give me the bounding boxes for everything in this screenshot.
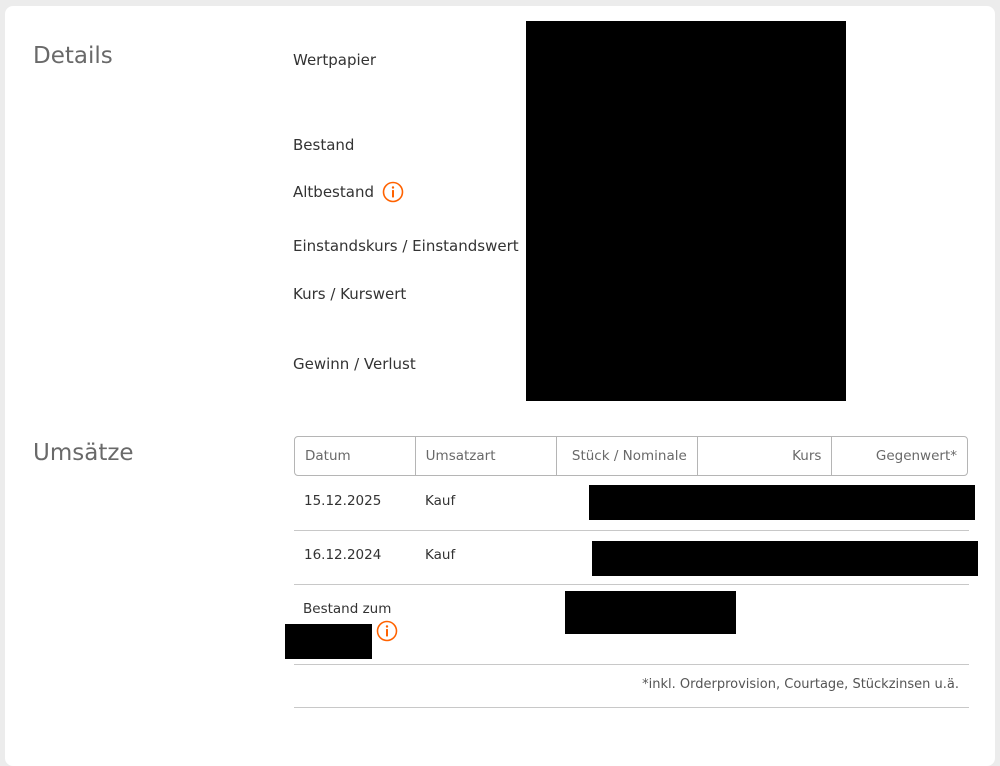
label-altbestand: Altbestand bbox=[293, 183, 374, 201]
altbestand-info-icon[interactable] bbox=[382, 181, 404, 203]
label-wertpapier: Wertpapier bbox=[293, 51, 377, 69]
row-1-umsatzart: Kauf bbox=[425, 493, 456, 509]
row-2-umsatzart: Kauf bbox=[425, 547, 456, 563]
column-header-stueck-nominale[interactable]: Stück / Nominale bbox=[557, 437, 698, 475]
row-2-redacted-values bbox=[592, 541, 978, 576]
column-header-datum[interactable]: Datum bbox=[295, 437, 416, 475]
label-kurs-kurswert: Kurs / Kurswert bbox=[293, 285, 407, 303]
label-gewinn-verlust: Gewinn / Verlust bbox=[293, 355, 416, 373]
column-header-umsatzart[interactable]: Umsatzart bbox=[416, 437, 558, 475]
bestand-redacted-value bbox=[565, 591, 736, 634]
row-2-datum: 16.12.2024 bbox=[304, 547, 382, 563]
bestand-date-redacted bbox=[285, 624, 372, 659]
row-1-datum: 15.12.2025 bbox=[304, 493, 382, 509]
details-section-title: Details bbox=[33, 43, 113, 69]
row-1-redacted-values bbox=[589, 485, 975, 520]
umsaetze-section-title: Umsätze bbox=[33, 440, 134, 466]
redacted-details-values bbox=[526, 21, 846, 401]
depot-position-card bbox=[5, 6, 995, 766]
label-altbestand-row: Altbestand bbox=[293, 181, 404, 203]
row-divider bbox=[294, 664, 969, 665]
row-divider bbox=[294, 584, 969, 585]
column-header-kurs[interactable]: Kurs bbox=[698, 437, 833, 475]
transactions-table-header: Datum Umsatzart Stück / Nominale Kurs Ge… bbox=[294, 436, 968, 476]
bestand-zum-label: Bestand zum bbox=[303, 601, 392, 617]
gegenwert-footnote: *inkl. Orderprovision, Courtage, Stückzi… bbox=[642, 677, 959, 692]
label-bestand: Bestand bbox=[293, 136, 355, 154]
table-bottom-divider bbox=[294, 707, 969, 708]
row-divider bbox=[294, 530, 969, 531]
column-header-gegenwert[interactable]: Gegenwert* bbox=[832, 437, 967, 475]
label-einstandskurs: Einstandskurs / Einstandswert bbox=[293, 237, 519, 255]
bestand-info-icon[interactable] bbox=[376, 620, 398, 642]
